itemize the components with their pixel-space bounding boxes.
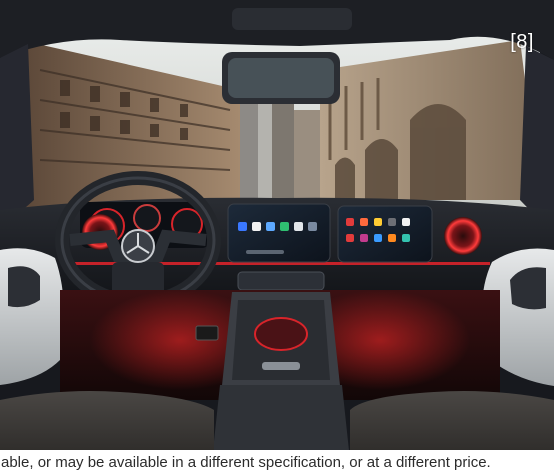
- car-interior-photo: [8] able, or may be available in a diffe…: [0, 0, 554, 476]
- center-console: [212, 292, 350, 460]
- image-counter: [8]: [510, 31, 534, 53]
- passenger-display: [337, 205, 433, 263]
- right-air-vent: [444, 217, 482, 255]
- cup-holder: [254, 317, 308, 351]
- disclaimer-text: able, or may be available in a different…: [0, 450, 554, 476]
- interior-illustration: [0, 0, 554, 476]
